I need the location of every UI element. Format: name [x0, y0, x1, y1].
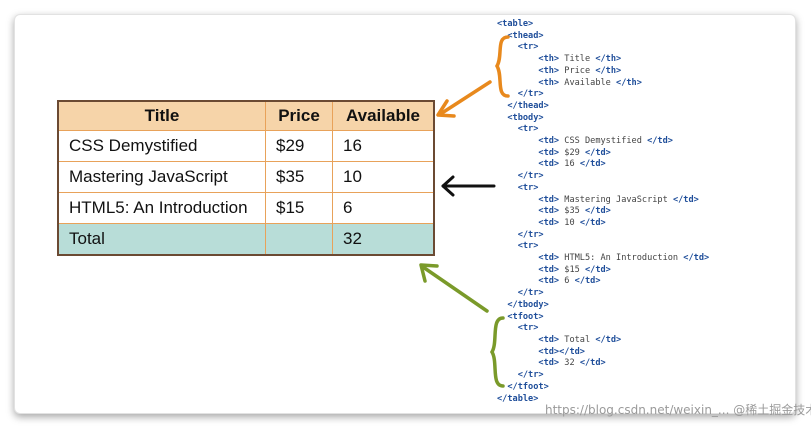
tfoot-brace	[489, 316, 505, 388]
watermark-text: https://blog.csdn.net/weixin_... @稀土掘金技术…	[545, 403, 811, 417]
tfoot-arrow-line	[421, 265, 489, 313]
annotation-arrows	[419, 35, 510, 388]
thead-arrow-line	[440, 80, 492, 115]
thead-brace	[494, 35, 510, 98]
